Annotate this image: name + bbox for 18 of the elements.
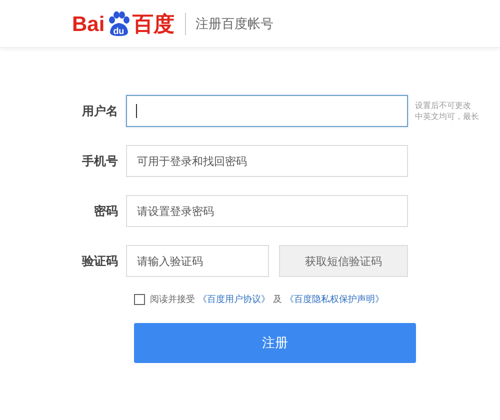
- agreement-text: 及: [273, 294, 282, 306]
- hint-text: 设置后不可更改: [415, 100, 472, 111]
- field-label: 验证码: [80, 252, 119, 270]
- checkbox[interactable]: [134, 294, 145, 304]
- link[interactable]: 《百度用户协议》: [198, 292, 270, 306]
- get-code-button[interactable]: 获取短信验证码: [279, 245, 408, 277]
- field-label: 用户名: [81, 102, 119, 120]
- input-field[interactable]: [126, 95, 408, 127]
- page-title: 注册百度帐号: [196, 16, 274, 32]
- logo-text: Bai: [72, 12, 105, 36]
- register-button[interactable]: 注册: [134, 323, 416, 363]
- logo-text: 百度: [132, 12, 175, 36]
- link[interactable]: 《百度隐私权保护声明》: [285, 292, 384, 306]
- text-cursor: [136, 104, 137, 118]
- field-label: 密码: [93, 202, 119, 220]
- field-label: 手机号: [81, 152, 119, 170]
- hint-text: 中英文均可，最长: [415, 111, 479, 122]
- agreement-text: 阅读并接受: [150, 294, 195, 306]
